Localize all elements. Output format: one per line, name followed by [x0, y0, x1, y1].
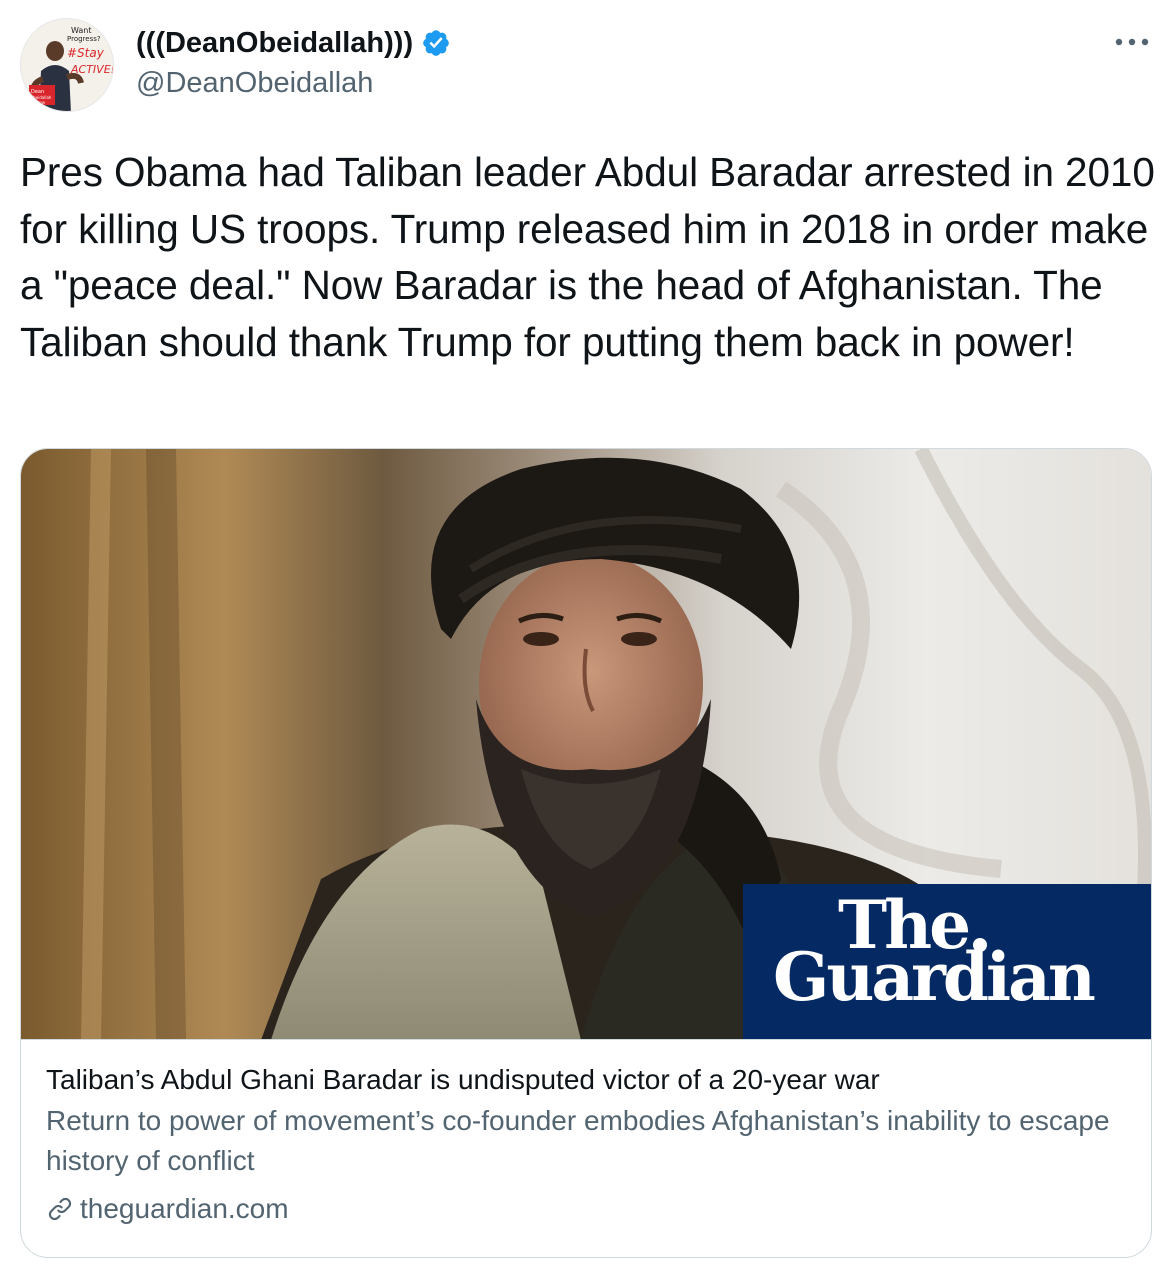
card-domain-row[interactable]: theguardian.com: [46, 1191, 1126, 1227]
card-meta: Taliban’s Abdul Ghani Baradar is undispu…: [46, 1061, 1126, 1227]
avatar-text-4: ACTIVE!: [70, 63, 114, 76]
link-icon: [48, 1197, 72, 1221]
avatar-text-6: Obeidallah: [30, 95, 52, 100]
verified-badge-icon: [423, 30, 449, 56]
tweet-text: Pres Obama had Taliban leader Abdul Bara…: [20, 149, 1155, 365]
author-handle[interactable]: @DeanObeidallah: [136, 66, 373, 100]
card-title[interactable]: Taliban’s Abdul Ghani Baradar is undispu…: [46, 1061, 1126, 1099]
card-description: Return to power of movement’s co-founder…: [46, 1105, 1110, 1176]
avatar-text-2: Progress?: [67, 35, 101, 43]
card-domain[interactable]: theguardian.com: [80, 1191, 289, 1227]
avatar-image: Want Progress? #Stay ACTIVE! Dean Obeida…: [21, 19, 114, 111]
avatar-text-3: #Stay: [67, 46, 105, 60]
display-name[interactable]: (((DeanObeidallah))): [136, 26, 413, 60]
guardian-logo: The Guardian: [743, 884, 1151, 1039]
more-horizontal-icon: [1115, 38, 1149, 46]
avatar[interactable]: Want Progress? #Stay ACTIVE! Dean Obeida…: [20, 18, 114, 112]
guardian-logo-name: Guardian: [773, 938, 1096, 1016]
avatar-text-7: SHOW: [34, 101, 46, 105]
tweet: Want Progress? #Stay ACTIVE! Dean Obeida…: [0, 0, 1170, 1276]
avatar-text-1: Want: [71, 26, 92, 35]
card-image: The Guardian: [21, 449, 1151, 1040]
more-options-icon[interactable]: [1114, 30, 1150, 54]
author-name-row[interactable]: (((DeanObeidallah))): [136, 26, 451, 60]
link-card[interactable]: The Guardian Taliban’s Abdul Ghani Barad…: [20, 448, 1152, 1258]
